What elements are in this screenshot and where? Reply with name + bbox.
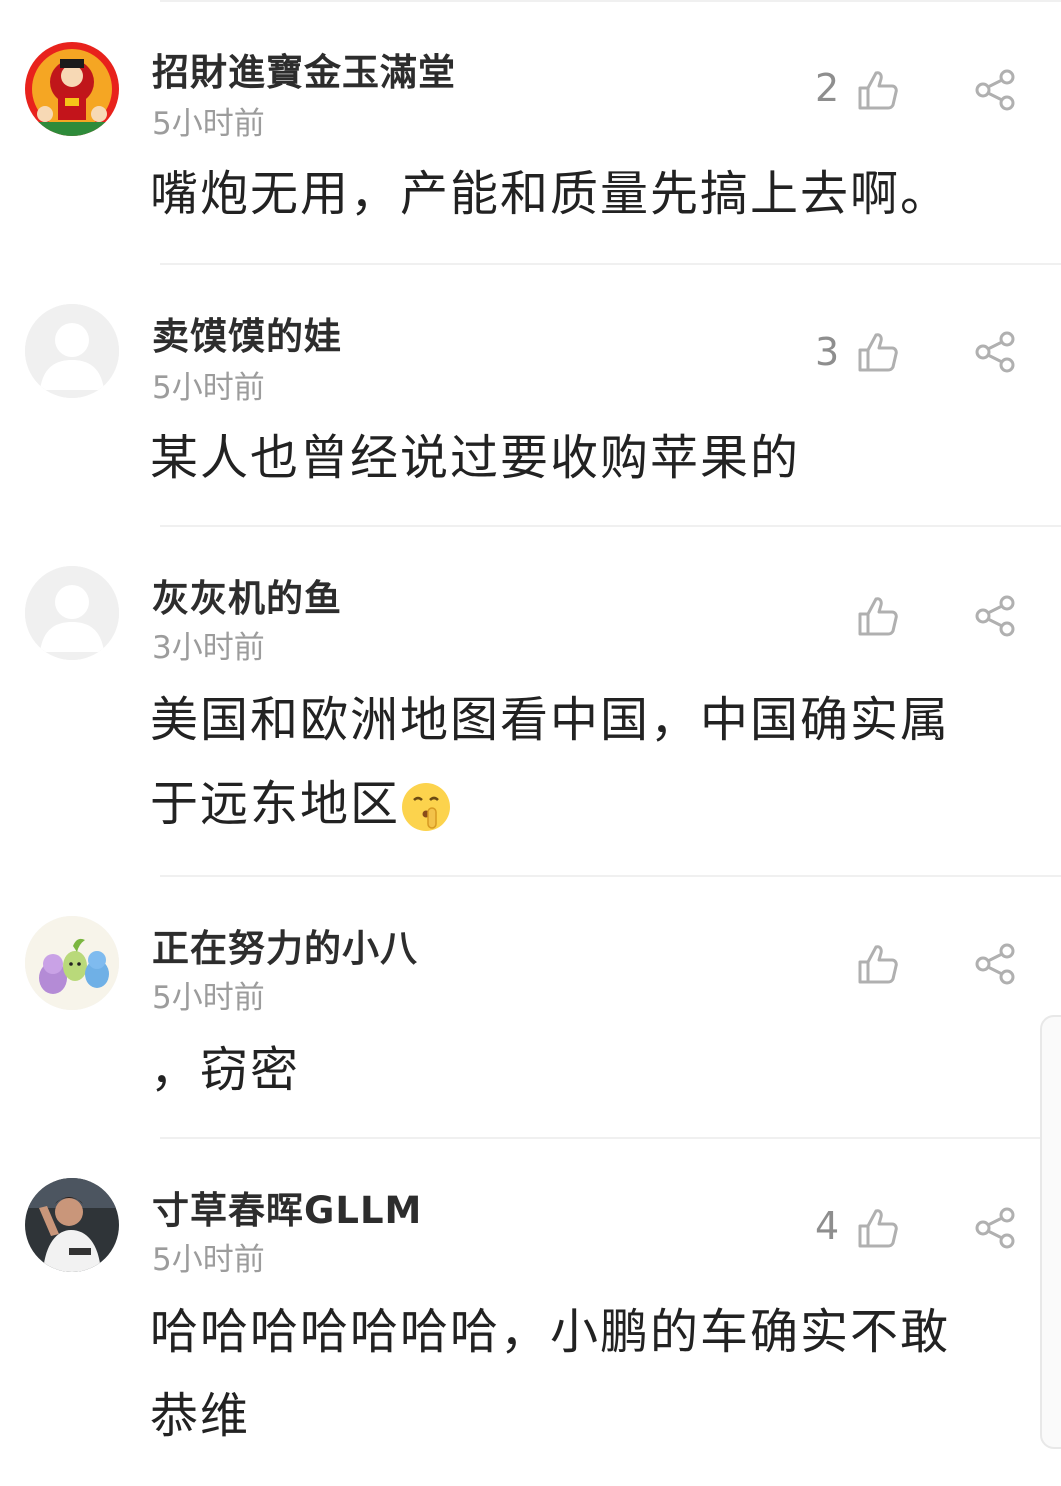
scroll-indicator[interactable]: [1040, 1015, 1061, 1449]
user-avatar[interactable]: [25, 566, 119, 660]
username[interactable]: 卖馍馍的娃: [152, 306, 342, 360]
thumbs-up-icon[interactable]: [856, 1206, 900, 1250]
comment-text-line: 于远东地区: [150, 762, 1030, 846]
share-icon[interactable]: [973, 1206, 1017, 1250]
comment-text: 美国和欧洲地图看中国，中国确实属 于远东地区: [150, 678, 1030, 846]
comment-item: 招財進寶金玉滿堂 5小时前 2 嘴炮无用，产能和质量先搞上去啊。: [0, 0, 1061, 264]
timestamp: 5小时前: [152, 106, 265, 142]
like-count: 4: [815, 1204, 840, 1248]
comment-text-line: 哈哈哈哈哈哈哈，小鹏的车确实不敢: [150, 1304, 951, 1360]
comment-text: ，窃密: [150, 1042, 301, 1098]
username[interactable]: 寸草春晖GLLM: [152, 1180, 422, 1234]
user-avatar[interactable]: [25, 916, 119, 1010]
comment-text: 某人也曾经说过要收购苹果的: [150, 430, 801, 486]
username[interactable]: 招財進寶金玉滿堂: [152, 42, 456, 96]
thumbs-up-icon[interactable]: [856, 68, 900, 112]
share-icon[interactable]: [973, 330, 1017, 374]
comment-item: 灰灰机的鱼 3小时前 美国和欧洲地图看中国，中国确实属 于远东地区: [0, 526, 1061, 876]
thumbs-up-icon[interactable]: [856, 594, 900, 638]
shushing-face-emoji: [402, 783, 451, 831]
like-count: 3: [815, 330, 840, 374]
comment-text-line: 美国和欧洲地图看中国，中国确实属: [150, 692, 951, 748]
timestamp: 3小时前: [152, 630, 265, 666]
share-icon[interactable]: [973, 68, 1017, 112]
comment-list: 招財進寶金玉滿堂 5小时前 2 嘴炮无用，产能和质量先搞上去啊。 卖馍馍的娃 5…: [0, 0, 1061, 1486]
username[interactable]: 灰灰机的鱼: [152, 568, 342, 622]
share-icon[interactable]: [973, 594, 1017, 638]
comment-text-line: 恭维: [150, 1388, 251, 1444]
comment-item: 寸草春晖GLLM 5小时前 4 哈哈哈哈哈哈哈，小鹏的车确实不敢 恭维: [0, 1138, 1061, 1486]
user-avatar[interactable]: [25, 1178, 119, 1272]
comment-item: 正在努力的小八 5小时前 ，窃密: [0, 876, 1061, 1138]
thumbs-up-icon[interactable]: [856, 942, 900, 986]
timestamp: 5小时前: [152, 980, 265, 1016]
timestamp: 5小时前: [152, 1242, 265, 1278]
thumbs-up-icon[interactable]: [856, 330, 900, 374]
comment-text: 哈哈哈哈哈哈哈，小鹏的车确实不敢 恭维: [150, 1290, 1030, 1458]
username[interactable]: 正在努力的小八: [152, 918, 418, 972]
comment-text-fragment: 于远东地区: [150, 776, 401, 832]
user-avatar[interactable]: [25, 304, 119, 398]
share-icon[interactable]: [973, 942, 1017, 986]
comment-text: 嘴炮无用，产能和质量先搞上去啊。: [150, 166, 951, 222]
like-count: 2: [815, 66, 840, 110]
comment-item: 卖馍馍的娃 5小时前 3 某人也曾经说过要收购苹果的: [0, 264, 1061, 526]
user-avatar[interactable]: [25, 42, 119, 136]
timestamp: 5小时前: [152, 370, 265, 406]
